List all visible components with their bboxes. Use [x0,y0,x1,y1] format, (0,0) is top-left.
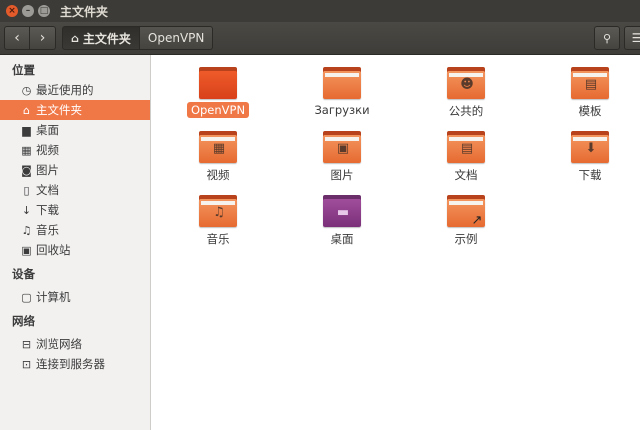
examples-folder-icon: ↗ [447,195,485,228]
minimize-window-icon[interactable]: – [22,5,34,17]
network-icon: ⊟ [21,337,32,351]
home-icon: ⌂ [71,31,79,45]
documents-folder-icon: ▤ [447,131,485,163]
camera-icon: ◙ [21,163,32,177]
toolbar: ‹ › ⌂ 主文件夹 OpenVPN ⚲ ☰ [0,22,640,55]
film-icon: ▦ [21,143,32,157]
sidebar-section-places: 位置 [12,63,35,77]
sidebar-item-home[interactable]: ⌂ 主文件夹 [0,100,150,120]
desktop-folder-icon: ▬ [323,195,361,227]
home-icon: ⌂ [23,103,30,117]
sidebar-item-videos[interactable]: ▦ 视频 [0,140,150,160]
menu-icon: ☰ [631,31,640,45]
server-icon: ⊡ [21,357,32,371]
sidebar-item-computer[interactable]: ▢ 计算机 [0,287,150,307]
folder-label: 图片 [330,168,354,182]
sidebar-item-desktop[interactable]: ▆ 桌面 [0,120,150,140]
folder-icon [323,67,361,99]
folder-label: 示例 [454,232,478,246]
folder-label: 模板 [578,104,602,118]
sidebar-item-label: 连接到服务器 [36,357,105,371]
sidebar-item-label: 下载 [36,203,59,217]
folder-label: 文档 [454,168,478,182]
pictures-folder-icon: ▣ [323,131,361,163]
forward-button[interactable]: › [30,26,56,50]
folder-public[interactable]: ☻ 公共的 [416,67,516,120]
folder-label: 桌面 [330,232,354,246]
title-bar: × – □ 主文件夹 [0,0,640,22]
breadcrumb-home-label: 主文件夹 [82,31,131,46]
music-icon: ♫ [21,223,32,237]
sidebar-section-network: 网络 [12,314,35,328]
sidebar-item-label: 桌面 [36,123,59,137]
folder-icon [199,67,237,99]
trash-icon: ▣ [21,243,32,257]
folder-zagruzki[interactable]: Загрузки [292,67,392,118]
folder-label: 下载 [578,168,602,182]
folder-openvpn[interactable]: OpenVPN [168,67,268,118]
folder-templates[interactable]: ▤ 模板 [540,67,640,120]
sidebar-item-label: 最近使用的 [36,83,94,97]
sidebar-section-devices: 设备 [12,267,35,281]
templates-folder-icon: ▤ [571,67,609,99]
folder-downloads[interactable]: ⬇ 下载 [540,131,640,184]
menu-button[interactable]: ☰ [624,26,640,50]
sidebar-item-music[interactable]: ♫ 音乐 [0,220,150,240]
clock-icon: ◷ [21,83,32,97]
sidebar-item-pictures[interactable]: ◙ 图片 [0,160,150,180]
search-button[interactable]: ⚲ [594,26,620,50]
folder-music[interactable]: ♫ 音乐 [168,195,268,248]
videos-folder-icon: ▦ [199,131,237,163]
breadcrumb-openvpn[interactable]: OpenVPN [139,26,214,50]
chevron-right-icon: › [39,30,46,46]
sidebar-item-label: 视频 [36,143,59,157]
sidebar: 位置 ◷ 最近使用的 ⌂ 主文件夹 ▆ 桌面 ▦ 视频 ◙ 图片 ▯ 文档 ↓ 下载 ♫ 音乐 … [0,55,151,430]
sidebar-item-label: 回收站 [36,243,71,257]
downloads-folder-icon: ⬇ [571,131,609,163]
folder-label: Загрузки [314,103,370,117]
breadcrumb-home[interactable]: ⌂ 主文件夹 [62,26,140,50]
sidebar-item-downloads[interactable]: ↓ 下载 [0,200,150,220]
maximize-window-icon[interactable]: □ [38,5,50,17]
back-button[interactable]: ‹ [4,26,30,50]
sidebar-item-label: 主文件夹 [36,103,82,117]
sidebar-item-documents[interactable]: ▯ 文档 [0,180,150,200]
folder-examples[interactable]: ↗ 示例 [416,195,516,248]
computer-icon: ▢ [21,290,32,304]
folder-desktop[interactable]: ▬ 桌面 [292,195,392,248]
sidebar-item-browse-network[interactable]: ⊟ 浏览网络 [0,334,150,354]
folder-documents[interactable]: ▤ 文档 [416,131,516,184]
sidebar-item-label: 计算机 [36,290,71,304]
download-icon: ↓ [21,203,32,217]
desktop-folder-icon: ▆ [22,123,31,137]
sidebar-item-label: 音乐 [36,223,59,237]
close-window-icon[interactable]: × [6,5,18,17]
public-folder-icon: ☻ [447,67,485,99]
sidebar-item-label: 浏览网络 [36,337,82,351]
search-icon: ⚲ [602,31,612,45]
folder-pictures[interactable]: ▣ 图片 [292,131,392,184]
folder-label: OpenVPN [186,102,250,118]
folder-label: 音乐 [206,232,230,246]
music-folder-icon: ♫ [199,195,237,227]
folder-label: 视频 [206,168,230,182]
sidebar-item-label: 图片 [36,163,59,177]
sidebar-item-trash[interactable]: ▣ 回收站 [0,240,150,260]
folder-videos[interactable]: ▦ 视频 [168,131,268,184]
sidebar-item-connect-server[interactable]: ⊡ 连接到服务器 [0,354,150,374]
file-view: OpenVPN Загрузки ☻ 公共的 ▤ 模板 ▦ 视频 ▣ 图片 ▤ … [152,55,640,430]
folder-label: 公共的 [448,104,484,118]
document-icon: ▯ [23,183,30,197]
breadcrumb-openvpn-label: OpenVPN [147,31,205,45]
window-title: 主文件夹 [60,4,109,19]
sidebar-item-label: 文档 [36,183,59,197]
sidebar-item-recent[interactable]: ◷ 最近使用的 [0,80,150,100]
chevron-left-icon: ‹ [14,30,20,46]
